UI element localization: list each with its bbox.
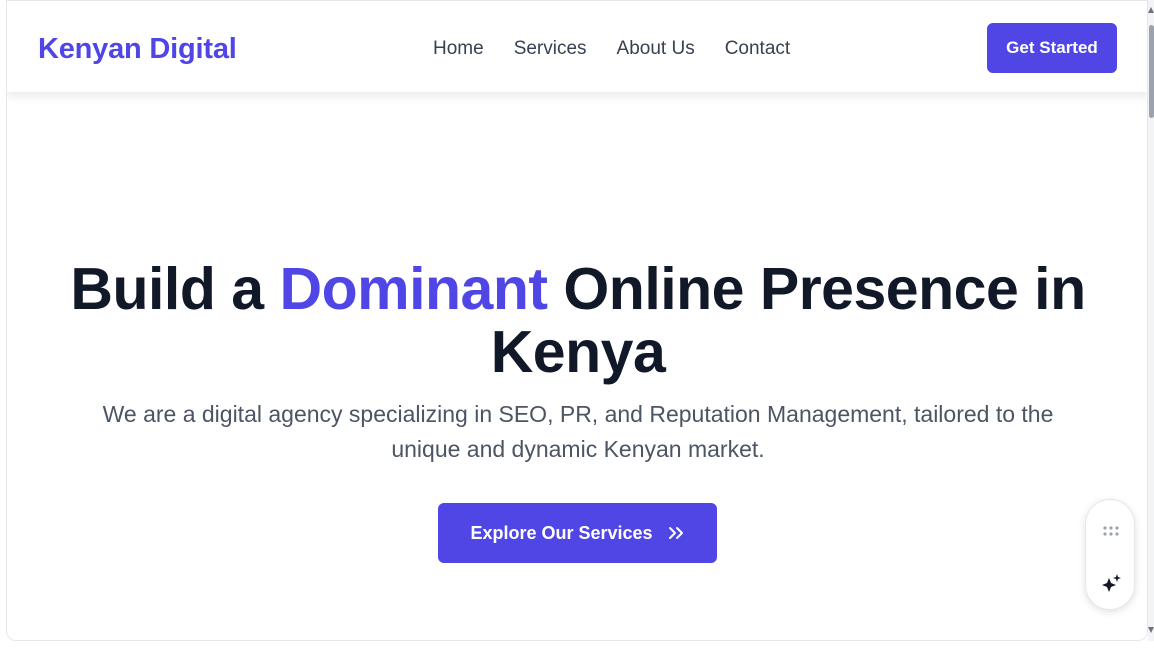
main-nav: Home Services About Us Contact	[433, 37, 790, 61]
sparkle-icon[interactable]	[1100, 572, 1122, 594]
hero-section: Build a Dominant Online Presence in Keny…	[7, 93, 1147, 640]
nav-home-link[interactable]: Home	[433, 37, 484, 61]
hero-title-accent: Dominant	[279, 256, 548, 322]
site-header: Kenyan Digital Home Services About Us Co…	[7, 1, 1147, 93]
brand-logo[interactable]: Kenyan Digital	[38, 31, 237, 67]
explore-services-button[interactable]: Explore Our Services	[438, 503, 717, 563]
scrollbar-thumb[interactable]	[1149, 25, 1154, 118]
hero-subtitle: We are a digital agency specializing in …	[102, 401, 1054, 462]
grip-dots-icon[interactable]	[1102, 525, 1120, 537]
browser-viewport: Kenyan Digital Home Services About Us Co…	[6, 0, 1148, 641]
double-chevron-right-icon	[668, 527, 683, 539]
nav-contact-link[interactable]: Contact	[725, 37, 790, 61]
floating-assistant-widget[interactable]	[1085, 499, 1135, 610]
scroll-down-arrow-icon[interactable]	[1148, 626, 1154, 634]
nav-about-link[interactable]: About Us	[617, 37, 695, 61]
nav-services-link[interactable]: Services	[514, 37, 587, 61]
get-started-button[interactable]: Get Started	[987, 23, 1117, 73]
hero-title: Build a Dominant Online Presence in Keny…	[27, 258, 1129, 384]
explore-services-label: Explore Our Services	[470, 522, 653, 543]
hero-title-end: Online Presence in Kenya	[490, 256, 1086, 385]
scroll-up-arrow-icon[interactable]	[1148, 6, 1154, 14]
hero-title-start: Build a	[70, 256, 280, 322]
